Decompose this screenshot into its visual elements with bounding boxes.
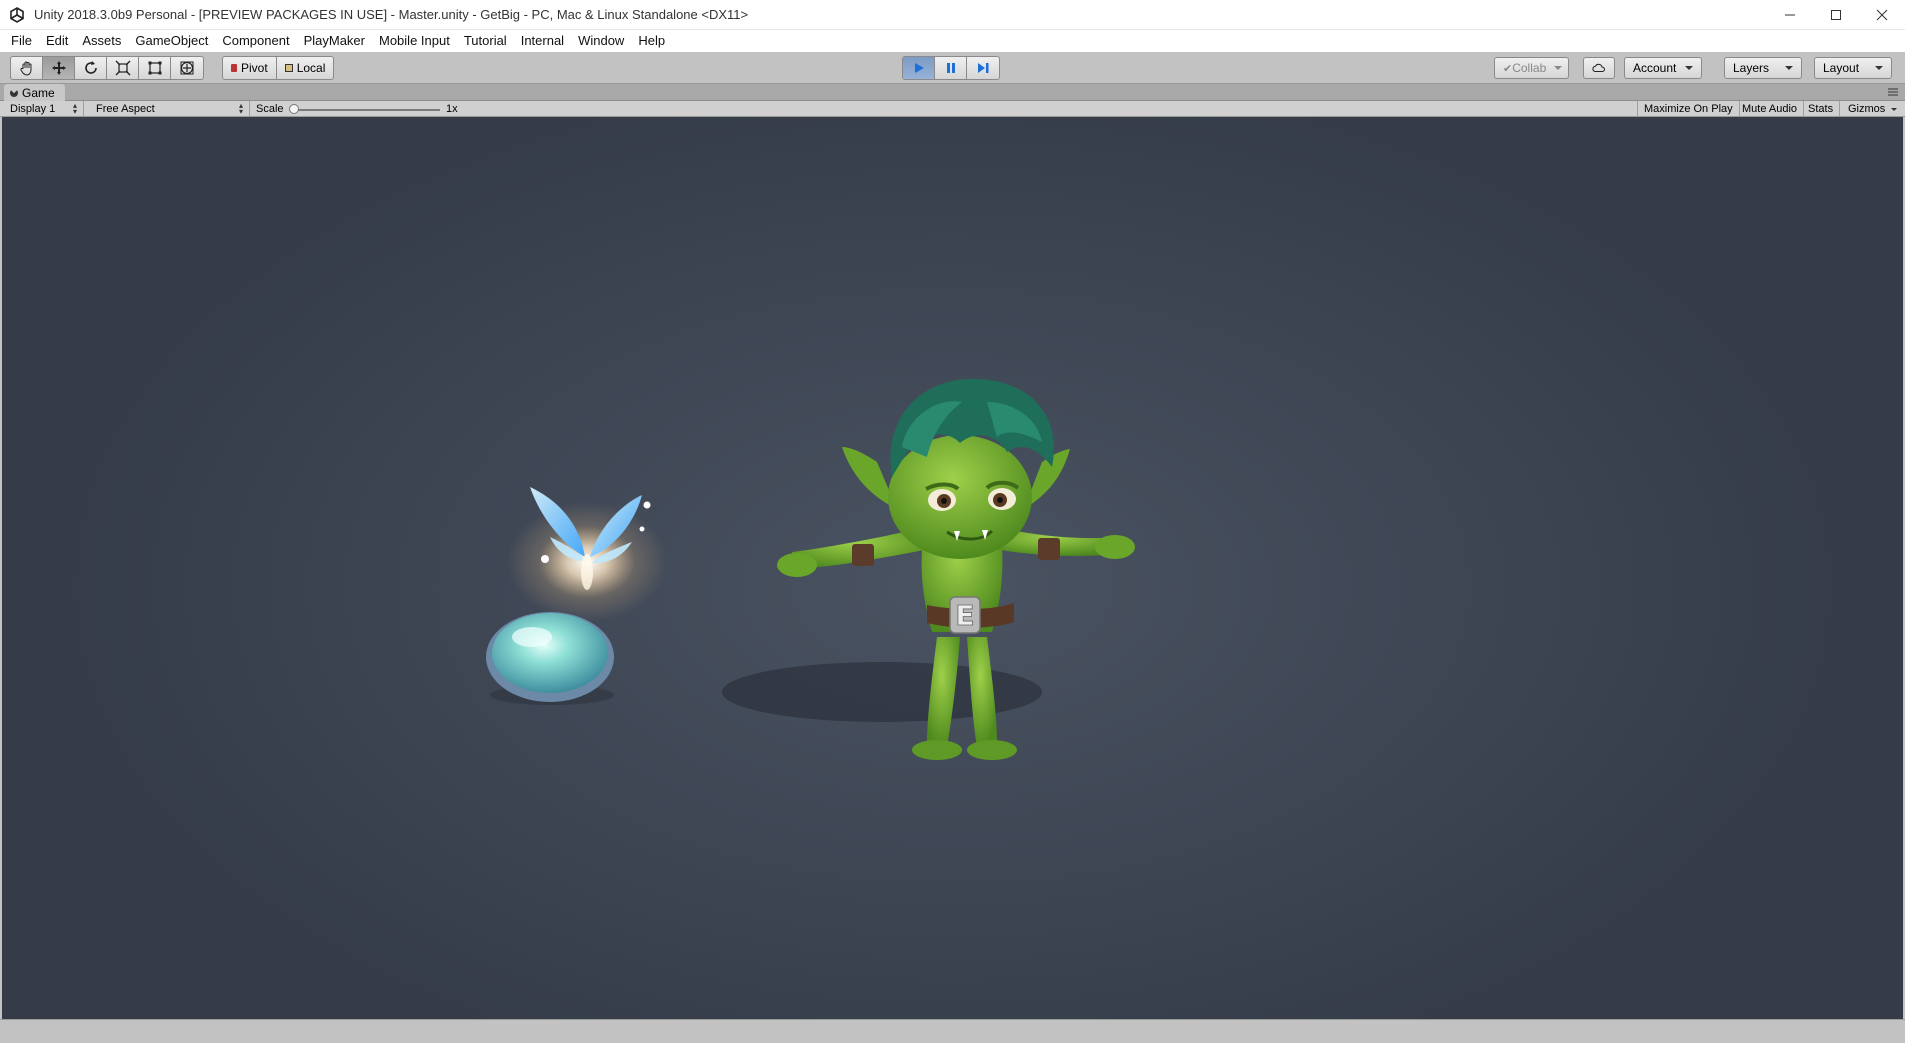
- pivot-icon: [231, 64, 237, 72]
- menu-mobile-input[interactable]: Mobile Input: [372, 30, 457, 52]
- scale-label: Scale: [256, 103, 284, 115]
- orb-pickup: [486, 612, 614, 705]
- mute-audio-toggle[interactable]: Mute Audio: [1736, 101, 1805, 117]
- menu-tutorial[interactable]: Tutorial: [457, 30, 514, 52]
- display-select[interactable]: Display 1 ▴ ▾: [4, 101, 84, 117]
- close-button[interactable]: [1859, 0, 1905, 30]
- game-view-controls: Display 1 ▴ ▾ Free Aspect ▴ ▾ Scale 1x Max…: [0, 101, 1905, 117]
- hand-tool-button[interactable]: [11, 57, 43, 79]
- step-icon: [978, 63, 989, 73]
- chevron-down-icon: [1875, 66, 1883, 70]
- pause-button[interactable]: [935, 57, 967, 79]
- updown-arrows-icon: ▴ ▾: [72, 101, 77, 116]
- maximize-icon: [1831, 10, 1841, 20]
- move-icon: [51, 61, 66, 75]
- chevron-down-icon: [1685, 66, 1693, 70]
- collab-dropdown[interactable]: ✔ Collab: [1494, 57, 1569, 79]
- gizmos-label: Gizmos: [1848, 103, 1886, 115]
- status-bar: [0, 1019, 1905, 1043]
- cloud-icon: [1592, 63, 1605, 73]
- gizmos-dropdown[interactable]: Gizmos: [1842, 101, 1903, 117]
- updown-arrows-icon: ▴ ▾: [238, 101, 243, 116]
- scale-tool-button[interactable]: [107, 57, 139, 79]
- menu-file[interactable]: File: [4, 30, 39, 52]
- hand-icon: [19, 61, 31, 76]
- pivot-button[interactable]: Pivot: [223, 57, 277, 79]
- transform-tools: [10, 56, 204, 80]
- main-toolbar: Pivot Local ✔ Collab Account Layers Layo…: [0, 52, 1905, 84]
- minimize-button[interactable]: [1767, 0, 1813, 30]
- chevron-down-icon: [1785, 66, 1793, 70]
- local-button[interactable]: Local: [277, 57, 334, 79]
- collab-check-icon: ✔: [1503, 62, 1513, 75]
- collab-label: Collab: [1512, 61, 1547, 75]
- game-tab-bar: Game: [0, 84, 1905, 101]
- scale-slider-thumb[interactable]: [289, 104, 299, 114]
- step-button[interactable]: [967, 57, 999, 79]
- tab-game[interactable]: Game: [4, 84, 65, 101]
- rotate-icon: [84, 61, 97, 74]
- game-scene: E: [486, 378, 1135, 760]
- display-label: Display 1: [10, 103, 56, 115]
- tab-game-label: Game: [22, 85, 55, 100]
- menu-window[interactable]: Window: [571, 30, 631, 52]
- menu-bar: File Edit Assets GameObject Component Pl…: [0, 30, 1905, 52]
- pivot-toggle-group: Pivot Local: [222, 56, 335, 80]
- layout-dropdown[interactable]: Layout: [1814, 57, 1892, 79]
- aspect-select[interactable]: Free Aspect ▴ ▾: [90, 101, 250, 117]
- chevron-down-icon: [1554, 66, 1563, 70]
- menu-edit[interactable]: Edit: [39, 30, 75, 52]
- scale-slider-track[interactable]: [292, 109, 440, 111]
- fairy-sprite: [507, 487, 667, 622]
- layers-label: Layers: [1733, 61, 1770, 75]
- menu-internal[interactable]: Internal: [514, 30, 571, 52]
- scale-value: 1x: [446, 103, 458, 115]
- account-label: Account: [1633, 61, 1677, 75]
- menu-help[interactable]: Help: [631, 30, 672, 52]
- scale-icon: [115, 60, 130, 76]
- rotate-tool-button[interactable]: [75, 57, 107, 79]
- rect-icon: [148, 61, 161, 75]
- panel-menu-icon[interactable]: [1887, 87, 1899, 97]
- play-button[interactable]: [903, 57, 935, 79]
- playback-controls: [902, 56, 1000, 80]
- local-icon: [284, 64, 293, 72]
- cloud-button[interactable]: [1583, 57, 1615, 79]
- transform-icon: [180, 61, 194, 75]
- close-icon: [1876, 9, 1888, 21]
- window-title: Unity 2018.3.0b9 Personal - [PREVIEW PAC…: [34, 7, 749, 22]
- minimize-icon: [1785, 14, 1795, 16]
- account-dropdown[interactable]: Account: [1624, 57, 1702, 79]
- transform-tool-button[interactable]: [171, 57, 203, 79]
- title-bar: Unity 2018.3.0b9 Personal - [PREVIEW PAC…: [0, 0, 1905, 30]
- layout-label: Layout: [1823, 61, 1860, 75]
- maximize-on-play-toggle[interactable]: Maximize On Play: [1637, 101, 1740, 117]
- layers-dropdown[interactable]: Layers: [1724, 57, 1802, 79]
- menu-playmaker[interactable]: PlayMaker: [297, 30, 372, 52]
- unity-logo-icon: [10, 6, 24, 23]
- stats-toggle[interactable]: Stats: [1802, 101, 1841, 117]
- pivot-label: Pivot: [241, 61, 268, 75]
- move-tool-button[interactable]: [43, 57, 75, 79]
- menu-gameobject[interactable]: GameObject: [128, 30, 215, 52]
- maximize-button[interactable]: [1813, 0, 1859, 30]
- belt-letter: E: [955, 599, 974, 632]
- pacman-icon: [10, 88, 18, 97]
- pause-icon: [946, 63, 955, 73]
- rect-tool-button[interactable]: [139, 57, 171, 79]
- game-viewport[interactable]: E: [2, 117, 1903, 1019]
- local-label: Local: [296, 61, 326, 75]
- menu-assets[interactable]: Assets: [75, 30, 128, 52]
- play-icon: [914, 63, 924, 73]
- chevron-down-icon: [1891, 107, 1898, 111]
- aspect-label: Free Aspect: [96, 103, 155, 115]
- menu-component[interactable]: Component: [215, 30, 296, 52]
